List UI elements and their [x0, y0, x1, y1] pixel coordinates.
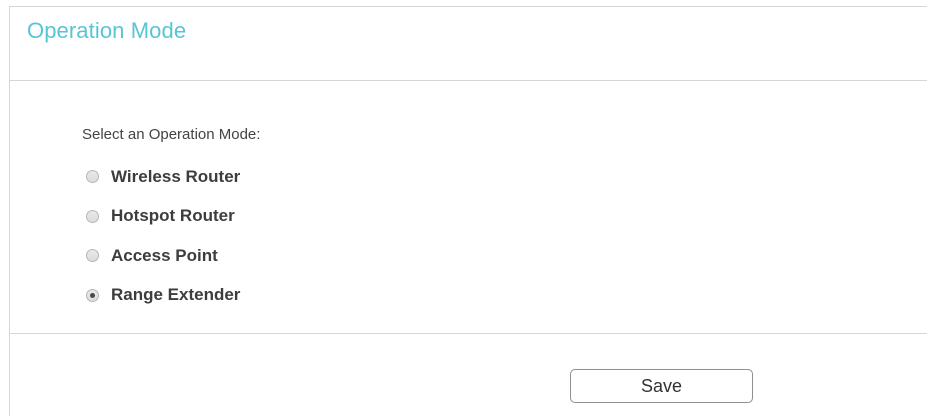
save-button[interactable]: Save	[570, 369, 753, 403]
radio-button-icon[interactable]	[86, 249, 99, 263]
radio-button-icon[interactable]	[86, 209, 99, 223]
operation-mode-panel: Operation Mode Select an Operation Mode:…	[9, 6, 927, 416]
header-divider	[10, 80, 927, 81]
section-title: Operation Mode	[27, 18, 187, 43]
radio-option-range-extender[interactable]: Range Extender	[86, 276, 240, 316]
radio-option-access-point[interactable]: Access Point	[86, 236, 240, 276]
operation-mode-prompt: Select an Operation Mode:	[82, 126, 261, 143]
radio-option-wireless-router[interactable]: Wireless Router	[86, 157, 240, 197]
operation-mode-radio-group: Wireless Router Hotspot Router Access Po…	[86, 157, 240, 315]
radio-option-label[interactable]: Range Extender	[111, 285, 240, 305]
radio-button-icon[interactable]	[86, 170, 99, 184]
footer-divider	[10, 333, 927, 334]
radio-option-hotspot-router[interactable]: Hotspot Router	[86, 197, 240, 237]
operation-mode-page: Operation Mode Select an Operation Mode:…	[0, 0, 927, 416]
radio-option-label[interactable]: Access Point	[111, 246, 218, 266]
radio-option-label[interactable]: Wireless Router	[111, 167, 240, 187]
radio-button-icon[interactable]	[86, 288, 99, 302]
radio-option-label[interactable]: Hotspot Router	[111, 206, 235, 226]
